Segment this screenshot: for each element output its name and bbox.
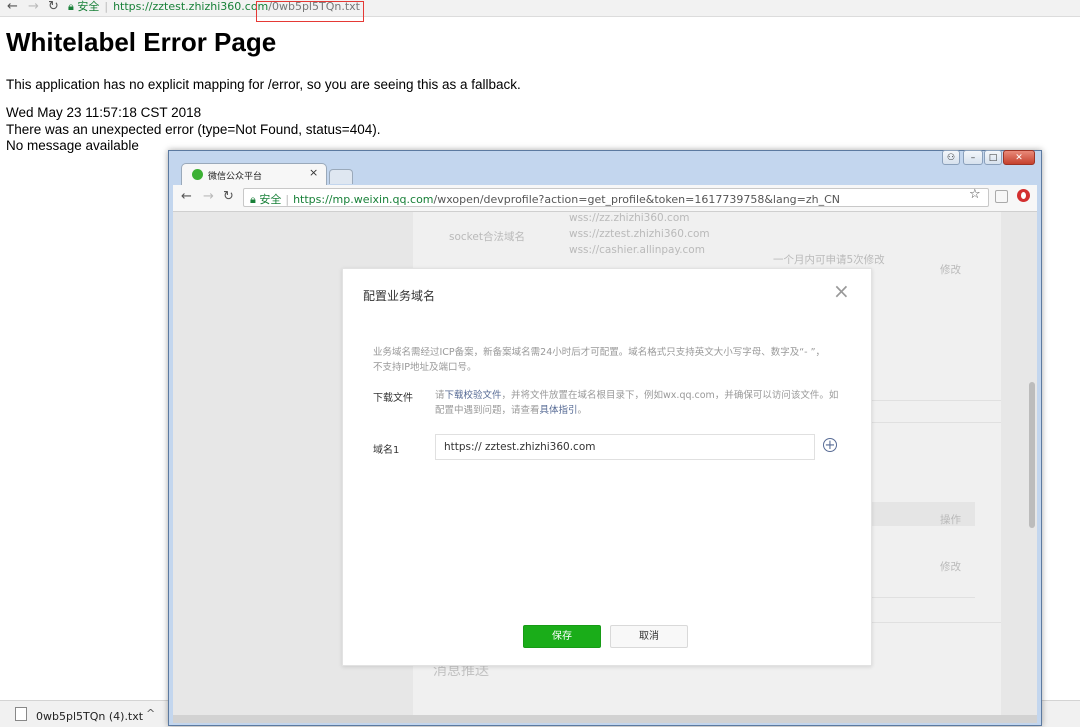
url-path: /wxopen/devprofile?action=get_profile&to… — [433, 193, 841, 206]
download-file-label: 下载文件 — [373, 393, 413, 404]
inner-address-bar[interactable]: 🔒︎ 安全 | https://mp.weixin.qq.com/wxopen/de… — [243, 188, 989, 207]
dialog-title: 配置业务域名 — [363, 289, 436, 303]
download-item-name[interactable]: 0wb5pl5TQn (4).txt — [36, 710, 143, 723]
back-arrow-icon[interactable]: ← — [181, 189, 192, 204]
inner-page-content: socket合法域名 wss://zz.zhizhi360.com wss://… — [173, 212, 1037, 723]
guide-link[interactable]: 具体指引 — [540, 405, 578, 416]
configure-domain-dialog: 配置业务域名 × 业务域名需经过ICP备案，新备案域名需24小时后才可配置。域名… — [342, 268, 872, 666]
url-host: https://mp.weixin.qq.com — [293, 193, 434, 206]
secure-label: 安全 — [259, 193, 282, 206]
forward-arrow-icon[interactable]: → — [28, 0, 39, 14]
instruction-text: 。 — [577, 405, 588, 416]
inner-browser-window: ⚇ – □ ✕ 微信公众平台 × ← → ↻ 🔒︎ 安全 | https://mp.… — [168, 150, 1042, 726]
wechat-icon — [192, 169, 203, 180]
download-instructions: 请下载校验文件，并将文件放置在域名根目录下，例如wx.qq.com，并确保可以访… — [435, 388, 843, 418]
secure-label: 安全 — [77, 0, 100, 13]
inner-browser-toolbar: ← → ↻ 🔒︎ 安全 | https://mp.weixin.qq.com/wxo… — [173, 185, 1037, 212]
new-tab-button[interactable] — [329, 169, 353, 184]
download-verification-file-link[interactable]: 下载校验文件 — [445, 390, 502, 401]
reload-icon[interactable]: ↻ — [48, 0, 59, 14]
error-timestamp: Wed May 23 11:57:18 CST 2018 — [6, 105, 202, 120]
chevron-up-icon[interactable]: ^ — [146, 707, 155, 720]
bookmark-star-icon[interactable]: ☆ — [969, 187, 981, 202]
add-domain-icon[interactable]: + — [823, 438, 837, 452]
user-icon[interactable]: ⚇ — [942, 150, 960, 165]
page-title: Whitelabel Error Page — [6, 27, 277, 57]
domain-requirement-text: 业务域名需经过ICP备案，新备案域名需24小时后才可配置。域名格式只支持英文大小… — [373, 347, 826, 373]
outer-browser-toolbar: ← → ↻ 🔒︎ 安全 | https://zztest.zhizhi360.com… — [0, 0, 1080, 17]
domain-input[interactable]: https:// zztest.zhizhi360.com — [435, 434, 815, 460]
highlight-box — [256, 1, 364, 22]
forward-arrow-icon[interactable]: → — [203, 189, 214, 204]
lock-icon: 🔒︎ — [68, 0, 74, 13]
cancel-button[interactable]: 取消 — [610, 625, 688, 648]
save-button[interactable]: 保存 — [523, 625, 601, 648]
tab-close-icon[interactable]: × — [309, 166, 318, 179]
tab-weixin[interactable]: 微信公众平台 × — [181, 163, 327, 186]
tab-title: 微信公众平台 — [208, 172, 263, 182]
maximize-button[interactable]: □ — [984, 150, 1002, 165]
back-arrow-icon[interactable]: ← — [7, 0, 18, 14]
error-type-text: There was an unexpected error (type=Not … — [6, 122, 381, 137]
close-icon[interactable]: × — [833, 281, 850, 301]
window-close-button[interactable]: ✕ — [1003, 150, 1035, 165]
domain-1-label: 域名1 — [373, 445, 400, 456]
minimize-button[interactable]: – — [963, 150, 983, 165]
lock-icon: 🔒︎ — [250, 193, 256, 206]
error-fallback-text: This application has no explicit mapping… — [6, 77, 521, 92]
error-message-text: No message available — [6, 138, 139, 153]
instruction-text: 请 — [435, 390, 445, 401]
opera-extension-icon[interactable] — [1017, 189, 1030, 202]
reload-icon[interactable]: ↻ — [223, 189, 234, 204]
file-icon — [15, 707, 27, 721]
extension-icon[interactable] — [995, 190, 1008, 203]
url-host: https://zztest.zhizhi360.com — [113, 0, 269, 13]
